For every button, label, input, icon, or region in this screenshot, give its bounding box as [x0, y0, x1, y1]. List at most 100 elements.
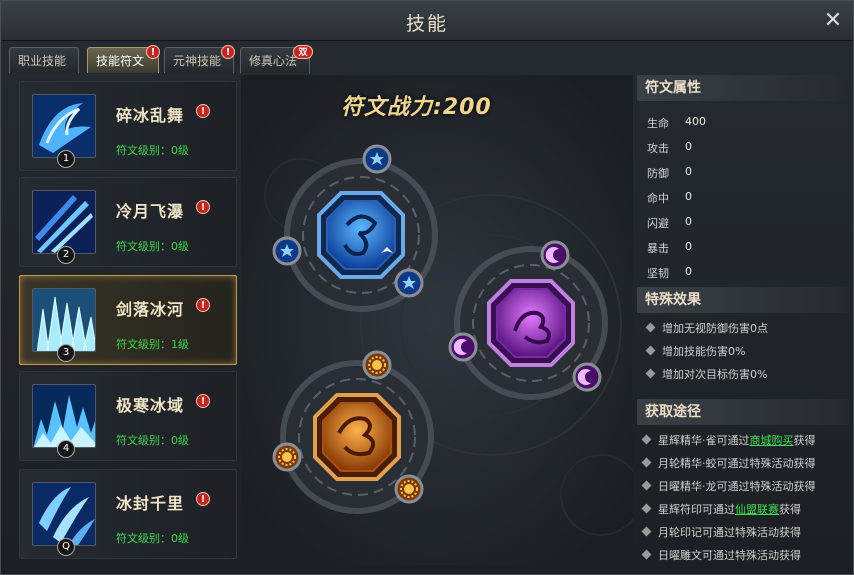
tab-label: 修真心法 — [249, 54, 298, 68]
rune-power-label: 符文战力: — [341, 95, 443, 120]
skill-name: 冷月飞瀑 — [116, 202, 185, 221]
rune-slot-blue[interactable] — [319, 193, 403, 277]
ice-wave-icon — [32, 94, 96, 158]
shop-link[interactable]: 商城购买 — [750, 434, 794, 447]
attr-value: 0 — [685, 165, 692, 178]
ice-field-icon — [32, 384, 96, 448]
effect-text: 增加对次目标伤害0% — [662, 368, 768, 381]
bullet-icon — [641, 480, 652, 491]
skill-item[interactable]: 2 冷月飞瀑 ! 符文级别：0级 — [19, 177, 237, 267]
skill-item[interactable]: Q 冰封千里 ! 符文级别：0级 — [19, 469, 237, 559]
attr-value: 400 — [685, 115, 706, 128]
bullet-icon — [641, 457, 652, 468]
rune-board-background — [241, 75, 633, 565]
skill-item[interactable]: 1 碎冰乱舞 ! 符文级别：0级 — [19, 81, 237, 171]
ice-spears-icon — [32, 190, 96, 254]
skill-name: 碎冰乱舞 — [116, 106, 185, 125]
skill-name: 冰封千里 — [116, 494, 185, 513]
effect-text: 增加无视防御伤害0点 — [662, 322, 768, 335]
alert-icon: ! — [196, 394, 210, 408]
league-link[interactable]: 仙盟联赛 — [735, 503, 779, 516]
effects-heading: 特殊效果 — [637, 287, 849, 313]
rune-slot-purple[interactable] — [489, 281, 573, 365]
skill-window: 技能 ✕ 职业技能 技能符文 ! 元神技能 ! 修真心法 双 1 碎冰乱舞 ! … — [0, 0, 854, 575]
source-text: 月轮精华·蛟可通过特殊活动获得 — [658, 457, 816, 470]
hotkey-badge: 2 — [57, 246, 75, 264]
ice-blades-icon — [32, 482, 96, 546]
source-text-suffix: 获得 — [793, 434, 816, 447]
attr-value: 0 — [685, 265, 692, 278]
rune-slot-orange[interactable] — [315, 395, 399, 479]
source-item: 日曜雕文可通过特殊活动获得 — [641, 547, 801, 563]
attr-value: 0 — [685, 140, 692, 153]
source-text: 月轮印记可通过特殊活动获得 — [658, 526, 801, 539]
source-item: 星辉精华·雀可通过商城购买获得 — [641, 432, 816, 448]
tab-label: 职业技能 — [18, 54, 67, 68]
attr-value: 0 — [685, 240, 692, 253]
source-text: 星辉符印可通过 — [658, 503, 735, 516]
tab-skill-runes[interactable]: 技能符文 ! — [87, 45, 160, 73]
attr-label: 攻击 — [647, 142, 669, 155]
alert-badge: ! — [146, 45, 160, 59]
rune-level: 符文级别：0级 — [116, 240, 189, 253]
bullet-icon — [641, 503, 652, 514]
attr-label: 闪避 — [647, 217, 669, 230]
alert-icon: ! — [196, 200, 210, 214]
attributes-heading: 符文属性 — [637, 75, 849, 101]
skill-name: 剑落冰河 — [116, 300, 185, 319]
skill-item-selected[interactable]: 3 剑落冰河 ! 符文级别：1级 — [19, 275, 237, 365]
attr-value: 0 — [685, 215, 692, 228]
attr-label: 命中 — [647, 192, 669, 205]
rune-level: 符文级别：0级 — [116, 144, 189, 157]
title-bar: 技能 ✕ — [1, 1, 853, 41]
source-text-suffix: 获得 — [779, 503, 801, 516]
effect-item: 增加无视防御伤害0点 — [645, 320, 768, 336]
alert-icon: ! — [196, 298, 210, 312]
hotkey-badge: 4 — [57, 440, 75, 458]
hotkey-badge: Q — [57, 538, 75, 556]
source-item: 星辉符印可通过仙盟联赛获得 — [641, 501, 801, 517]
attr-label: 生命 — [647, 117, 669, 130]
rune-level: 符文级别：0级 — [116, 434, 189, 447]
source-text: 星辉精华·雀可通过 — [658, 434, 750, 447]
bullet-icon — [641, 526, 652, 537]
bullet-icon — [641, 434, 652, 445]
source-item: 日曜精华·龙可通过特殊活动获得 — [641, 478, 816, 494]
skill-item[interactable]: 4 极寒冰域 ! 符文级别：0级 — [19, 371, 237, 461]
tab-label: 技能符文 — [96, 54, 145, 68]
rune-power: 符文战力:200 — [341, 89, 492, 121]
attr-value: 0 — [685, 190, 692, 203]
hotkey-badge: 1 — [57, 150, 75, 168]
window-title: 技能 — [405, 13, 448, 35]
alert-icon: ! — [196, 104, 210, 118]
source-item: 月轮印记可通过特殊活动获得 — [641, 524, 801, 540]
effect-item: 增加对次目标伤害0% — [645, 366, 768, 382]
sources-heading: 获取途径 — [637, 399, 849, 425]
attr-label: 暴击 — [647, 242, 669, 255]
double-badge: 双 — [293, 45, 313, 59]
tab-class-skills[interactable]: 职业技能 — [9, 47, 79, 73]
source-text: 日曜精华·龙可通过特殊活动获得 — [658, 480, 816, 493]
bullet-icon — [641, 549, 652, 560]
rune-power-value: 200 — [442, 95, 492, 120]
rune-info-panel: 符文属性 生命 400 攻击 0 防御 0 命中 0 闪避 0 暴击 0 坚韧 … — [637, 75, 851, 565]
effect-text: 增加技能伤害0% — [662, 345, 746, 358]
attr-label: 坚韧 — [647, 267, 669, 280]
rune-level: 符文级别：1级 — [116, 338, 189, 351]
bullet-icon — [645, 345, 656, 356]
tab-label: 元神技能 — [173, 54, 222, 68]
close-icon[interactable]: ✕ — [821, 9, 845, 33]
effect-item: 增加技能伤害0% — [645, 343, 746, 359]
source-text: 日曜雕文可通过特殊活动获得 — [658, 549, 801, 562]
bullet-icon — [645, 322, 656, 333]
alert-icon: ! — [196, 492, 210, 506]
hotkey-badge: 3 — [57, 344, 75, 362]
tab-cultivation[interactable]: 修真心法 双 — [240, 45, 313, 73]
tab-spirit-skills[interactable]: 元神技能 ! — [164, 45, 235, 73]
alert-badge: ! — [221, 45, 235, 59]
ice-crystal-icon — [32, 288, 96, 352]
source-item: 月轮精华·蛟可通过特殊活动获得 — [641, 455, 816, 471]
skill-list: 1 碎冰乱舞 ! 符文级别：0级 2 冷月飞瀑 ! 符文级别：0级 3 剑落冰河… — [15, 79, 241, 559]
skill-name: 极寒冰域 — [116, 396, 185, 415]
bullet-icon — [645, 368, 656, 379]
